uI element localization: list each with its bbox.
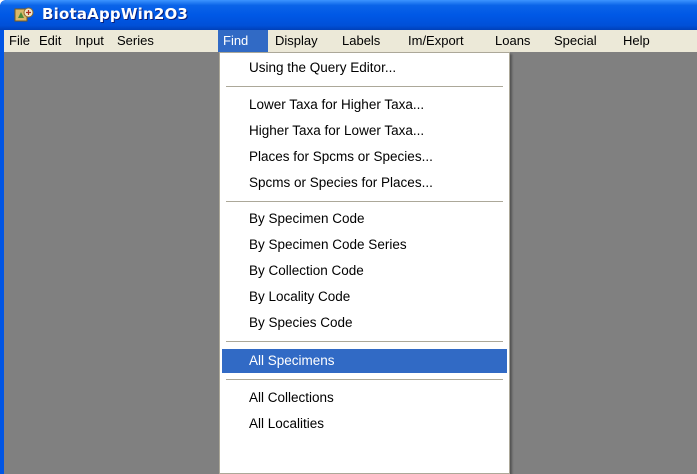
menu-item-by-specimen-code[interactable]: By Specimen Code: [222, 207, 507, 231]
window-title: BiotaAppWin2O3: [42, 5, 189, 23]
menu-item-query-editor[interactable]: Using the Query Editor...: [222, 56, 507, 80]
menu-item-all-localities[interactable]: All Localities: [222, 412, 507, 436]
menu-item-by-species-code[interactable]: By Species Code: [222, 311, 507, 335]
menu-bar: File Edit Input Series Find Display Labe…: [4, 30, 697, 52]
menu-help[interactable]: Help: [618, 30, 655, 52]
menu-item-by-collection-code[interactable]: By Collection Code: [222, 259, 507, 283]
menu-special[interactable]: Special: [549, 30, 602, 52]
menu-display[interactable]: Display: [270, 30, 323, 52]
menu-edit[interactable]: Edit: [34, 30, 66, 52]
menu-loans[interactable]: Loans: [490, 30, 535, 52]
menu-separator: [226, 379, 503, 381]
menu-find[interactable]: Find: [218, 30, 268, 52]
menu-item-by-specimen-code-series[interactable]: By Specimen Code Series: [222, 233, 507, 257]
find-menu-dropdown: Using the Query Editor... Lower Taxa for…: [219, 52, 510, 474]
app-icon[interactable]: [14, 6, 34, 24]
menu-labels[interactable]: Labels: [337, 30, 385, 52]
menu-separator: [226, 86, 503, 88]
menu-item-all-collections[interactable]: All Collections: [222, 386, 507, 410]
menu-item-higher-taxa[interactable]: Higher Taxa for Lower Taxa...: [222, 119, 507, 143]
menu-series[interactable]: Series: [112, 30, 159, 52]
app-window: BiotaAppWin2O3 File Edit Input Series Fi…: [0, 0, 697, 474]
menu-item-spcms-for-places[interactable]: Spcms or Species for Places...: [222, 171, 507, 195]
menu-file[interactable]: File: [4, 30, 35, 52]
menu-input[interactable]: Input: [70, 30, 109, 52]
menu-item-by-locality-code[interactable]: By Locality Code: [222, 285, 507, 309]
menu-im-export[interactable]: Im/Export: [403, 30, 469, 52]
title-bar[interactable]: BiotaAppWin2O3: [0, 0, 697, 30]
menu-item-places-for-spcms[interactable]: Places for Spcms or Species...: [222, 145, 507, 169]
menu-separator: [226, 341, 503, 343]
menu-item-all-specimens[interactable]: All Specimens: [222, 349, 507, 373]
menu-item-lower-taxa[interactable]: Lower Taxa for Higher Taxa...: [222, 93, 507, 117]
menu-separator: [226, 201, 503, 203]
